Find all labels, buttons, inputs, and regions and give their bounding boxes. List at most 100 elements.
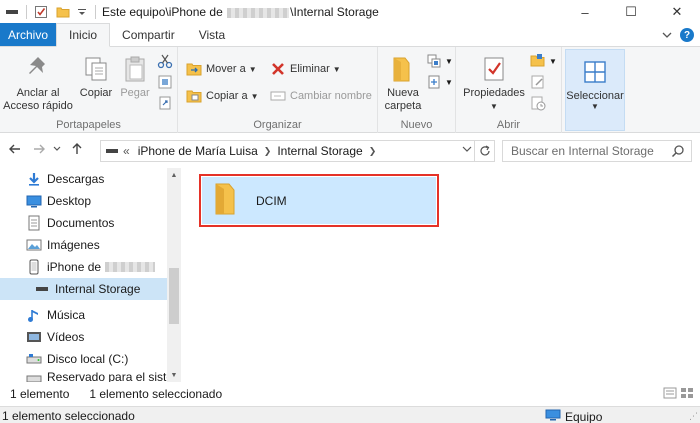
address-history-icon[interactable] (462, 145, 472, 155)
resize-grip-icon[interactable]: ⋰ (689, 411, 698, 422)
delete-button[interactable]: Eliminar ▼ (270, 59, 341, 79)
properties-button[interactable]: Propiedades ▼ (460, 53, 528, 113)
nav-item-local-disk[interactable]: Disco local (C:) (0, 348, 168, 370)
window-title: Este equipo\iPhone de \Internal Storage (102, 5, 379, 19)
large-icons-view-icon[interactable] (680, 387, 694, 402)
expand-ribbon-icon[interactable] (662, 28, 672, 42)
scroll-up-icon[interactable]: ▲ (167, 168, 181, 182)
back-button[interactable] (8, 142, 22, 159)
nav-item-label: iPhone de (47, 260, 102, 274)
hard-drive-icon (26, 351, 42, 367)
divider (26, 5, 27, 19)
forward-button[interactable] (32, 142, 46, 159)
breadcrumb-iphone[interactable]: iPhone de María Luisa (138, 144, 258, 158)
edit-icon[interactable] (530, 74, 546, 93)
search-icon[interactable] (671, 144, 685, 161)
phone-icon (26, 259, 42, 275)
copy-button[interactable]: Copiar (76, 53, 116, 100)
copy-to-icon (186, 88, 202, 104)
hard-drive-icon (26, 370, 42, 382)
breadcrumb-separator-icon[interactable]: ❯ (369, 146, 377, 157)
minimize-button[interactable]: – (562, 0, 608, 24)
tab-home[interactable]: Inicio (56, 23, 111, 47)
search-input[interactable]: Buscar en Internal Storage (502, 140, 692, 162)
nav-item-iphone[interactable]: iPhone de (0, 256, 168, 278)
properties-icon[interactable] (33, 4, 49, 20)
nav-item-label: Desktop (47, 194, 92, 208)
customize-toolbar-icon[interactable] (77, 4, 87, 20)
organize-group-label: Organizar (253, 119, 302, 131)
breadcrumb-internal-storage[interactable]: Internal Storage (277, 144, 362, 158)
address-bar[interactable]: « iPhone de María Luisa ❯ Internal Stora… (100, 140, 495, 162)
tab-file[interactable]: Archivo (0, 23, 57, 46)
ribbon: Anclar al Acceso rápido Copiar Pegar Por… (0, 47, 700, 133)
nav-item-desktop[interactable]: Desktop (0, 190, 168, 212)
nav-pane-scrollbar[interactable]: ▲ ▼ (167, 168, 181, 382)
paste-shortcut-icon[interactable] (157, 95, 173, 114)
nav-item-descargas[interactable]: Descargas (0, 168, 168, 190)
maximize-button[interactable]: ☐ (608, 0, 654, 24)
select-icon (579, 56, 611, 88)
scrollbar-thumb[interactable] (169, 268, 179, 324)
move-to-label: Mover a (206, 63, 246, 75)
close-button[interactable]: ✕ (654, 0, 700, 24)
copy-to-button[interactable]: Copiar a ▼ (186, 86, 259, 106)
nav-item-documentos[interactable]: Documentos (0, 212, 168, 234)
copy-path-icon[interactable] (157, 74, 173, 93)
tab-share[interactable]: Compartir (110, 23, 187, 46)
select-caret-icon: ▼ (591, 102, 599, 111)
details-view-icon[interactable] (663, 387, 677, 402)
nav-item-label: Descargas (47, 172, 105, 186)
pin-quick-access-button[interactable]: Anclar al Acceso rápido (2, 53, 74, 113)
view-toggle (663, 387, 694, 402)
item-count: 1 elemento (10, 387, 70, 401)
nav-item-internal-storage[interactable]: Internal Storage (0, 278, 168, 300)
tab-view[interactable]: Vista (187, 23, 237, 46)
title-bar: Este equipo\iPhone de \Internal Storage … (0, 0, 700, 24)
nav-item-label: Documentos (47, 216, 115, 230)
history-icon[interactable] (530, 95, 546, 114)
selected-count: 1 elemento seleccionado (89, 387, 223, 401)
desktop-icon (26, 193, 42, 209)
copy-icon (80, 53, 112, 85)
drive-icon (34, 281, 50, 297)
properties-icon (478, 53, 510, 85)
navigation-pane: Descargas Desktop Documentos Imágenes iP… (0, 168, 181, 382)
up-button[interactable] (70, 142, 84, 159)
open-group: Propiedades ▼ ▼ Abrir (456, 47, 562, 133)
new-folder-button[interactable]: Nueva carpeta (380, 53, 426, 113)
easy-access-icon[interactable]: ▼ (426, 74, 453, 90)
rename-button[interactable]: Cambiar nombre (270, 86, 372, 106)
delete-icon (270, 61, 286, 77)
nav-item-imagenes[interactable]: Imágenes (0, 234, 168, 256)
nav-item-system-reserved[interactable]: Reservado para el sistema (0, 370, 168, 382)
clipboard-group-label: Portapapeles (56, 119, 121, 131)
pin-icon (22, 53, 54, 85)
computer-icon (545, 409, 561, 423)
redacted-name (227, 7, 290, 18)
paste-icon (119, 53, 151, 85)
clipboard-group: Anclar al Acceso rápido Copiar Pegar Por… (0, 47, 178, 133)
pictures-icon (26, 237, 42, 253)
help-icon[interactable]: ? (680, 28, 694, 42)
scroll-down-icon[interactable]: ▼ (167, 368, 181, 382)
open-icon[interactable]: ▼ (530, 53, 557, 69)
new-folder-label: Nueva carpeta (384, 87, 422, 112)
paste-button[interactable]: Pegar (116, 53, 154, 100)
title-suffix: \Internal Storage (290, 5, 379, 19)
nav-item-videos[interactable]: Vídeos (0, 326, 168, 348)
cut-icon[interactable] (157, 53, 173, 72)
nav-item-musica[interactable]: Música (0, 304, 168, 326)
computer-location: Equipo (545, 409, 602, 423)
new-folder-icon[interactable] (55, 4, 71, 20)
breadcrumb-separator-icon[interactable]: ❯ (264, 146, 272, 157)
breadcrumb-overflow[interactable]: « (123, 144, 130, 158)
new-item-icon[interactable]: ▼ (426, 53, 453, 69)
nav-item-label: Internal Storage (55, 282, 141, 296)
select-button[interactable]: Seleccionar ▼ (565, 49, 625, 131)
organize-group: Mover a ▼ Copiar a ▼ Eliminar ▼ Cambiar nom… (178, 47, 378, 133)
move-to-button[interactable]: Mover a ▼ (186, 59, 257, 79)
recent-locations-button[interactable] (52, 142, 62, 159)
refresh-button[interactable] (474, 141, 494, 161)
new-group: Nueva carpeta ▼ ▼ Nuevo (378, 47, 456, 133)
